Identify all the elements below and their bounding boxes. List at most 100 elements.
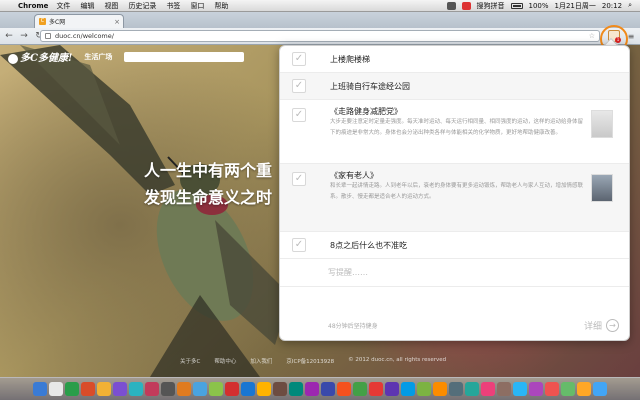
input-method-icon[interactable] (461, 1, 471, 10)
site-search-input[interactable] (124, 51, 245, 62)
reminder-list: ✓ 上楼爬楼梯 ✓ 上班骑自行车途经公园 ✓ 《走路健身减肥党》 大步走要注意定… (280, 46, 629, 259)
checkmark-icon[interactable]: ✓ (292, 52, 306, 66)
battery-icon[interactable] (510, 2, 523, 9)
page-icon (45, 33, 51, 39)
dock-app-icon[interactable] (417, 382, 431, 396)
dock-app-icon[interactable] (257, 382, 271, 396)
flower-logo-icon (8, 53, 18, 64)
bookmark-star-icon[interactable]: ☆ (589, 32, 595, 40)
dock-app-icon[interactable] (593, 382, 607, 396)
article-thumbnail[interactable] (591, 174, 613, 202)
hero-line-1: 人一生中有两个重 (144, 161, 273, 180)
reminder-snippet: 大步走要注意定时定量走强度。每天准时运动、每天运行相同量、相同强度的运动，这样的… (330, 119, 584, 136)
article-thumbnail[interactable] (591, 110, 613, 138)
menu-app-name[interactable]: Chrome (18, 2, 48, 10)
tab-close-icon[interactable]: × (114, 18, 120, 26)
footer-help-link[interactable]: 帮助中心 (214, 357, 236, 365)
dock-app-icon[interactable] (465, 382, 479, 396)
dock-app-icon[interactable] (209, 382, 223, 396)
life-square-link[interactable]: 生活广场 (84, 52, 112, 62)
dock-app-icon[interactable] (273, 382, 287, 396)
date-label[interactable]: 1月21日周一 (555, 1, 596, 11)
dock-app-icon[interactable] (97, 382, 111, 396)
arrow-right-icon: → (606, 318, 619, 332)
reminder-title: 上班骑自行车途经公园 (330, 81, 410, 91)
tab-title: 多C网 (49, 19, 66, 26)
battery-percent: 100% (528, 1, 549, 10)
menu-file[interactable]: 文件 (56, 1, 70, 11)
macos-menu-bar: Chrome 文件 编辑 视图 历史记录 书签 窗口 帮助 搜狗拼音 100% … (0, 0, 640, 12)
dock-app-icon[interactable] (385, 382, 399, 396)
reminder-item[interactable]: ✓ 上楼爬楼梯 (280, 46, 629, 73)
reminder-title: 《家有老人》 (330, 171, 378, 180)
hero-text: 人一生中有两个重 发现生命意义之时 (144, 157, 272, 211)
dock-app-icon[interactable] (225, 382, 239, 396)
dock-app-icon[interactable] (449, 382, 463, 396)
dock-app-icon[interactable] (289, 382, 303, 396)
dock-app-icon[interactable] (497, 382, 511, 396)
menu-help[interactable]: 帮助 (214, 1, 228, 11)
dock-app-icon[interactable] (161, 382, 175, 396)
dock-app-icon[interactable] (81, 382, 95, 396)
dock-app-icon[interactable] (433, 382, 447, 396)
menu-edit[interactable]: 编辑 (80, 1, 94, 11)
site-logo[interactable]: 多C多健康! (8, 49, 72, 64)
dock-app-icon[interactable] (481, 382, 495, 396)
footer-icp-text: 京ICP备12013928 (286, 359, 335, 365)
reminder-title: 8点之后什么也不准吃 (330, 240, 408, 250)
checkmark-icon[interactable]: ✓ (292, 79, 306, 93)
dock-app-icon[interactable] (33, 382, 47, 396)
popup-status-bar: 48分钟后坚持健身 详细 → (280, 310, 629, 340)
url-text: duoc.cn/welcome/ (55, 32, 114, 40)
address-bar[interactable]: duoc.cn/welcome/ ☆ (40, 30, 600, 42)
menu-window[interactable]: 窗口 (190, 1, 204, 11)
site-header: 多C多健康! 生活广场 (8, 49, 245, 64)
footer-about-link[interactable]: 关于多C (180, 357, 200, 365)
dock-app-icon[interactable] (241, 382, 255, 396)
menu-history[interactable]: 历史记录 (128, 1, 156, 11)
dock-app-icon[interactable] (513, 382, 527, 396)
time-label[interactable]: 20:12 (602, 2, 622, 10)
detail-button[interactable]: 详细 → (584, 318, 619, 332)
dock-app-icon[interactable] (337, 382, 351, 396)
extension-popup: ✓ 上楼爬楼梯 ✓ 上班骑自行车途经公园 ✓ 《走路健身减肥党》 大步走要注意定… (279, 45, 630, 341)
dock-app-icon[interactable] (529, 382, 543, 396)
dock-app-icon[interactable] (577, 382, 591, 396)
new-reminder-input[interactable]: 写提醒…… (280, 259, 629, 287)
dock-app-icon[interactable] (113, 382, 127, 396)
dock-app-icon[interactable] (129, 382, 143, 396)
dock-app-icon[interactable] (305, 382, 319, 396)
dock-app-icon[interactable] (49, 382, 63, 396)
dock-app-icon[interactable] (401, 382, 415, 396)
menu-view[interactable]: 视图 (104, 1, 118, 11)
reminder-item[interactable]: ✓ 《家有老人》 和长辈一起讲情走路。人到老年以后，衰老的身体要有更多运动锻炼，… (280, 164, 629, 232)
dock-app-icon[interactable] (177, 382, 191, 396)
wifi-icon[interactable] (446, 1, 456, 10)
input-method-label[interactable]: 搜狗拼音 (477, 1, 505, 11)
dock-app-icon[interactable] (369, 382, 383, 396)
checkmark-icon[interactable]: ✓ (292, 238, 306, 252)
checkmark-icon[interactable]: ✓ (292, 108, 306, 122)
spotlight-icon[interactable]: ⌕ (628, 1, 632, 10)
reminder-item[interactable]: ✓ 上班骑自行车途经公园 (280, 73, 629, 100)
hero-line-2: 发现生命意义之时 (144, 188, 273, 207)
checkmark-icon[interactable]: ✓ (292, 172, 306, 186)
dock-app-icon[interactable] (65, 382, 79, 396)
dock-app-icon[interactable] (193, 382, 207, 396)
forward-button[interactable]: → (18, 30, 30, 42)
dock-app-icon[interactable] (321, 382, 335, 396)
reminder-item[interactable]: ✓ 8点之后什么也不准吃 (280, 232, 629, 259)
footer-join-link[interactable]: 加入我们 (250, 357, 272, 365)
site-footer: 关于多C 帮助中心 加入我们 京ICP备12013928 © 2012 duoc… (180, 357, 446, 365)
dock-app-icon[interactable] (145, 382, 159, 396)
browser-tab[interactable]: C 多C网 × (34, 14, 124, 28)
reminder-title: 《走路健身减肥党》 (330, 107, 402, 116)
dock-app-icon[interactable] (353, 382, 367, 396)
next-reminder-text: 48分钟后坚持健身 (328, 322, 378, 330)
back-button[interactable]: ← (3, 30, 15, 42)
dock-app-icon[interactable] (545, 382, 559, 396)
reminder-item[interactable]: ✓ 《走路健身减肥党》 大步走要注意定时定量走强度。每天准时运动、每天运行相同量… (280, 100, 629, 164)
dock-app-icon[interactable] (561, 382, 575, 396)
menu-bookmarks[interactable]: 书签 (166, 1, 180, 11)
reminder-title: 上楼爬楼梯 (330, 54, 370, 64)
